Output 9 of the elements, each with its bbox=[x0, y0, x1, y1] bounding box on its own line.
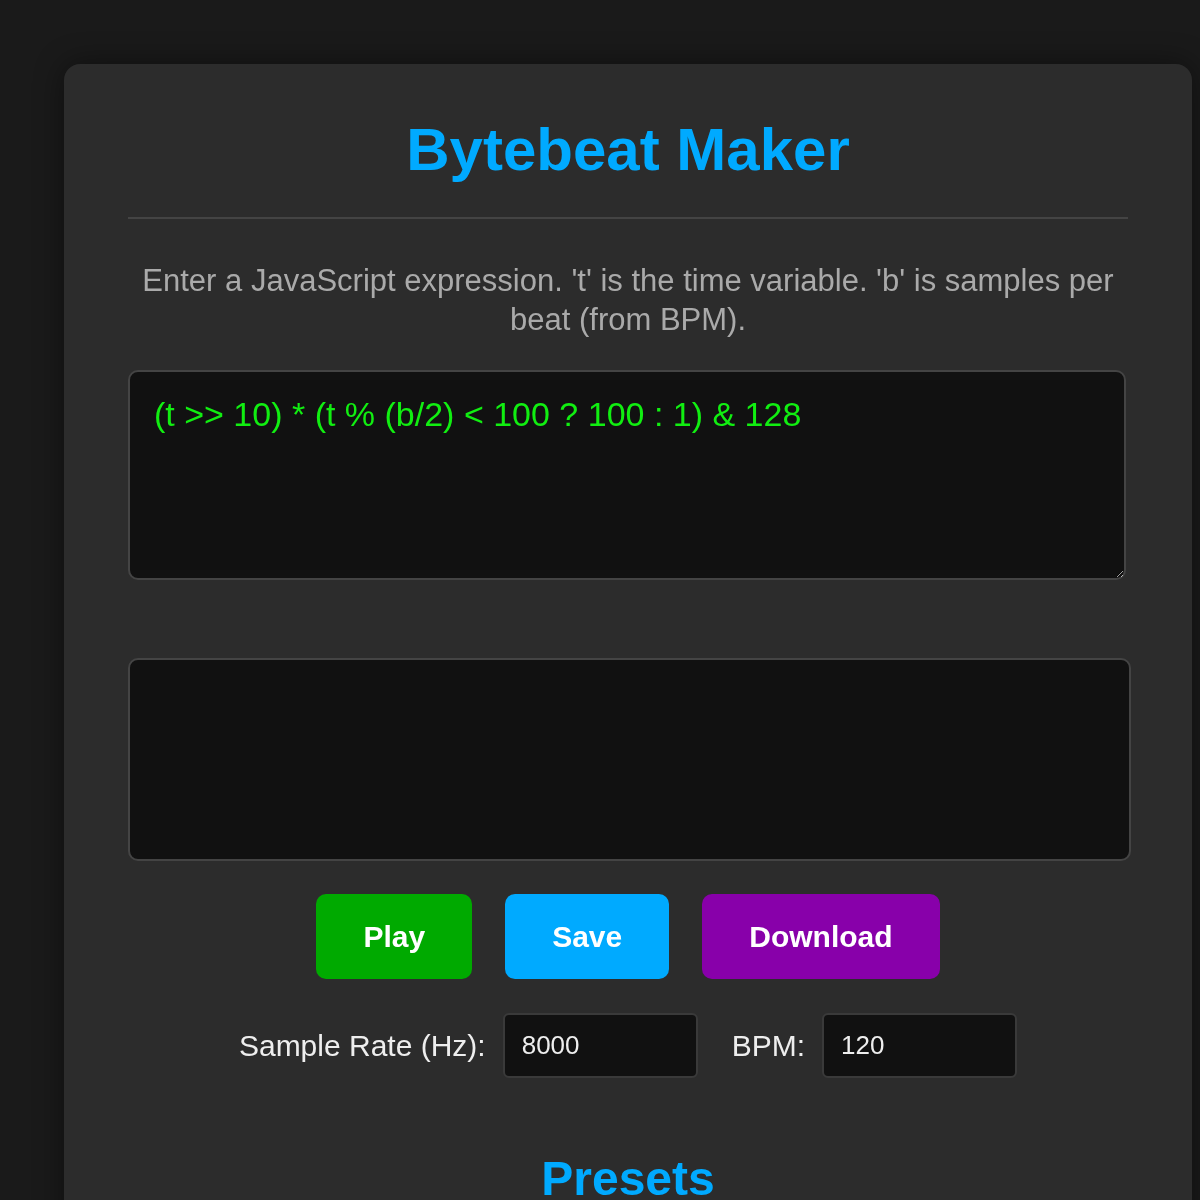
app-title: Bytebeat Maker bbox=[406, 115, 850, 185]
bpm-input[interactable]: 120 bbox=[822, 1013, 1018, 1078]
presets-heading: Presets bbox=[541, 1151, 715, 1200]
bpm-label: BPM: bbox=[731, 1028, 806, 1063]
instructions-text: Enter a JavaScript expression. 't' is the time variable. 'b' is samples per beat (from BPM). bbox=[141, 262, 1115, 339]
sample-rate-label: Sample Rate (Hz): bbox=[238, 1028, 486, 1063]
sample-rate-input[interactable]: 8000 bbox=[502, 1013, 698, 1078]
download-button[interactable]: Download bbox=[702, 894, 940, 979]
code-editor[interactable]: (t >> 10) * (t % (b/2) < 100 ? 100 : 1) & 128 bbox=[128, 370, 1126, 580]
